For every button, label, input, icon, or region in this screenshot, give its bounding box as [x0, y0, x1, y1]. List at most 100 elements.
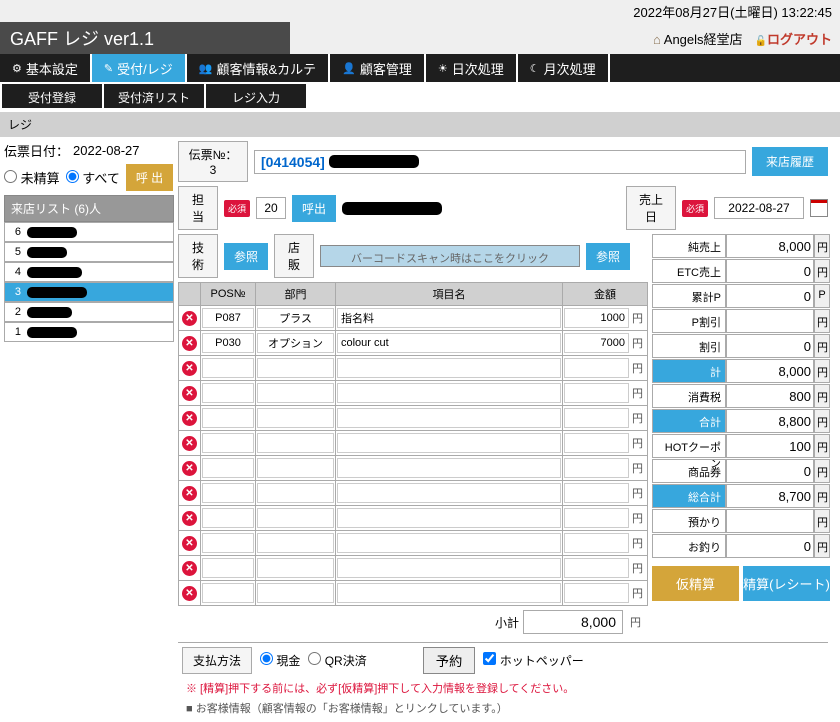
- item-input[interactable]: [337, 358, 561, 378]
- pos-input[interactable]: [202, 533, 254, 553]
- hotpepper-checkbox[interactable]: ホットペッパー: [483, 652, 583, 669]
- amount-input[interactable]: [564, 583, 629, 603]
- amount-input[interactable]: [564, 433, 629, 453]
- item-input[interactable]: [337, 308, 561, 328]
- visit-list-item[interactable]: 4: [4, 262, 174, 282]
- visit-list-item[interactable]: 3: [4, 282, 174, 302]
- total-value[interactable]: [726, 434, 814, 458]
- item-input[interactable]: [337, 408, 561, 428]
- item-input[interactable]: [337, 508, 561, 528]
- visit-list-item[interactable]: 6: [4, 222, 174, 242]
- delete-row-button[interactable]: ✕: [182, 586, 197, 601]
- pos-input[interactable]: [202, 383, 254, 403]
- nav-tab-5[interactable]: ☾月次処理: [518, 54, 610, 82]
- visit-list-item[interactable]: 1: [4, 322, 174, 342]
- item-input[interactable]: [337, 558, 561, 578]
- total-input[interactable]: [729, 464, 811, 479]
- amount-input[interactable]: [564, 333, 629, 353]
- payment-qr[interactable]: QR決済: [308, 652, 366, 669]
- subnav-0[interactable]: 受付登録: [2, 84, 102, 108]
- dept-input[interactable]: [257, 358, 334, 378]
- delete-row-button[interactable]: ✕: [182, 411, 197, 426]
- barcode-input[interactable]: バーコードスキャン時はここをクリック: [320, 245, 580, 267]
- calendar-icon[interactable]: [810, 199, 828, 217]
- pos-input[interactable]: [202, 408, 254, 428]
- dept-input[interactable]: [257, 508, 334, 528]
- nav-tab-0[interactable]: ⚙基本設定: [0, 54, 92, 82]
- nav-tab-4[interactable]: ☀日次処理: [426, 54, 518, 82]
- call-button[interactable]: 呼 出: [126, 164, 173, 191]
- pos-input[interactable]: [202, 433, 254, 453]
- pos-input[interactable]: [202, 358, 254, 378]
- total-value[interactable]: [726, 259, 814, 283]
- amount-input[interactable]: [564, 558, 629, 578]
- payment-cash[interactable]: 現金: [260, 652, 300, 669]
- amount-input[interactable]: [564, 483, 629, 503]
- visit-list-item[interactable]: 2: [4, 302, 174, 322]
- dept-input[interactable]: [257, 333, 334, 353]
- total-input[interactable]: [729, 439, 811, 454]
- delete-row-button[interactable]: ✕: [182, 561, 197, 576]
- radio-all[interactable]: すべて: [66, 168, 120, 187]
- pos-input[interactable]: [202, 308, 254, 328]
- dept-input[interactable]: [257, 308, 334, 328]
- subnav-2[interactable]: レジ入力: [206, 84, 306, 108]
- staff-call-button[interactable]: 呼出: [292, 195, 336, 222]
- delete-row-button[interactable]: ✕: [182, 536, 197, 551]
- delete-row-button[interactable]: ✕: [182, 486, 197, 501]
- pos-input[interactable]: [202, 458, 254, 478]
- total-value[interactable]: [726, 509, 814, 533]
- subnav-1[interactable]: 受付済リスト: [104, 84, 204, 108]
- item-input[interactable]: [337, 383, 561, 403]
- item-input[interactable]: [337, 333, 561, 353]
- nav-tab-2[interactable]: 👥顧客情報&カルテ: [187, 54, 330, 82]
- nav-tab-3[interactable]: 👤顧客管理: [330, 54, 426, 82]
- staff-no-input[interactable]: [256, 197, 286, 219]
- pos-input[interactable]: [202, 483, 254, 503]
- provisional-settle-button[interactable]: 仮精算: [652, 566, 739, 601]
- dept-input[interactable]: [257, 408, 334, 428]
- amount-input[interactable]: [564, 508, 629, 528]
- item-input[interactable]: [337, 583, 561, 603]
- total-value[interactable]: [726, 334, 814, 358]
- total-input[interactable]: [729, 339, 811, 354]
- pos-input[interactable]: [202, 583, 254, 603]
- pos-input[interactable]: [202, 333, 254, 353]
- item-input[interactable]: [337, 533, 561, 553]
- amount-input[interactable]: [564, 383, 629, 403]
- sale-date-input[interactable]: [714, 197, 804, 219]
- dept-input[interactable]: [257, 583, 334, 603]
- total-input[interactable]: [729, 314, 811, 329]
- settle-receipt-button[interactable]: 精算(レシート): [743, 566, 830, 601]
- dept-input[interactable]: [257, 383, 334, 403]
- visit-list-item[interactable]: 5: [4, 242, 174, 262]
- total-input[interactable]: [729, 514, 811, 529]
- shop-ref-button[interactable]: 参照: [586, 243, 630, 270]
- item-input[interactable]: [337, 433, 561, 453]
- pos-input[interactable]: [202, 558, 254, 578]
- dept-input[interactable]: [257, 458, 334, 478]
- delete-row-button[interactable]: ✕: [182, 511, 197, 526]
- delete-row-button[interactable]: ✕: [182, 436, 197, 451]
- total-input[interactable]: [729, 264, 811, 279]
- radio-unsettled[interactable]: 未精算: [4, 168, 60, 187]
- delete-row-button[interactable]: ✕: [182, 311, 197, 326]
- delete-row-button[interactable]: ✕: [182, 386, 197, 401]
- nav-tab-1[interactable]: ✎受付/レジ: [92, 54, 187, 82]
- dept-input[interactable]: [257, 558, 334, 578]
- amount-input[interactable]: [564, 408, 629, 428]
- history-button[interactable]: 来店履歴: [752, 147, 828, 176]
- dept-input[interactable]: [257, 483, 334, 503]
- reserve-button[interactable]: 予約: [423, 647, 476, 674]
- total-value[interactable]: [726, 309, 814, 333]
- tech-ref-button[interactable]: 参照: [224, 243, 268, 270]
- logout-link[interactable]: ログアウト: [755, 29, 832, 48]
- delete-row-button[interactable]: ✕: [182, 461, 197, 476]
- amount-input[interactable]: [564, 358, 629, 378]
- amount-input[interactable]: [564, 458, 629, 478]
- customer-field[interactable]: [0414054]: [254, 150, 746, 174]
- pos-input[interactable]: [202, 508, 254, 528]
- delete-row-button[interactable]: ✕: [182, 361, 197, 376]
- amount-input[interactable]: [564, 308, 629, 328]
- delete-row-button[interactable]: ✕: [182, 336, 197, 351]
